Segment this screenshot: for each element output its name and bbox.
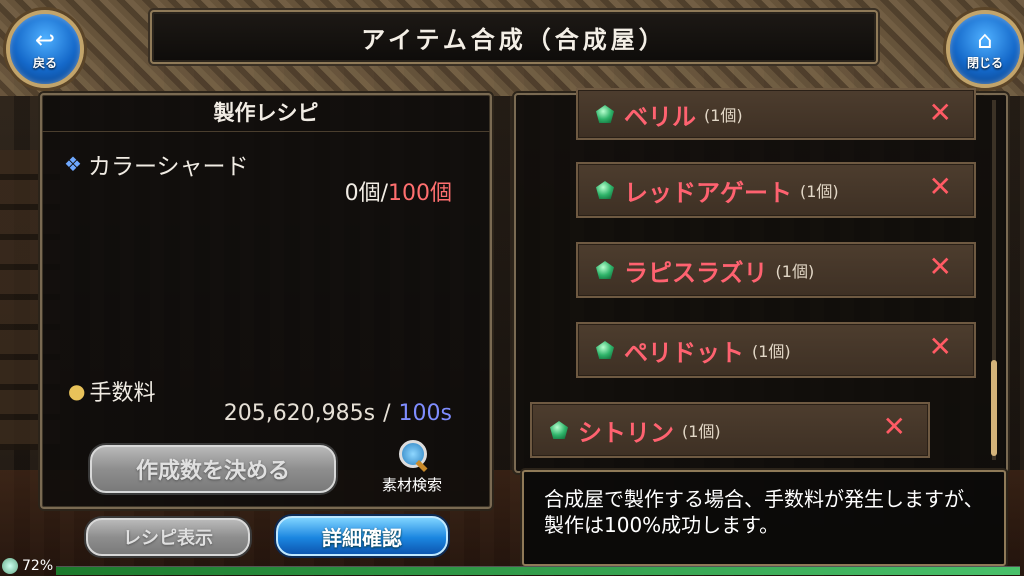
home-icon: ⌂ (977, 25, 993, 54)
fee-row: ● 手数料 (68, 375, 155, 407)
details-button[interactable]: 詳細確認 (276, 516, 448, 556)
green-gem-icon (596, 105, 614, 123)
item-name: ペリドット (624, 338, 744, 367)
description-box: 合成屋で製作する場合、手数料が発生しますが、製作は100%成功します。 (522, 470, 1006, 566)
material-search-button[interactable]: 素材検索 (372, 440, 452, 500)
material-separator: / (380, 181, 388, 206)
list-item[interactable]: シトリン (1個) ✕ (530, 402, 930, 458)
coin-icon: ● (68, 379, 86, 403)
description-text: 合成屋で製作する場合、手数料が発生しますが、製作は100%成功します。 (544, 487, 984, 537)
recipe-view-button[interactable]: レシピ表示 (86, 518, 250, 556)
blue-shard-icon: ❖ (64, 152, 82, 176)
recipe-panel: 製作レシピ ❖ カラーシャード 0個/100個 ● 手数料 205,620,98… (40, 93, 492, 509)
remove-icon[interactable]: ✕ (929, 332, 952, 362)
item-qty: (1個) (800, 182, 839, 201)
green-gem-icon (596, 261, 614, 279)
back-arrow-icon: ↩ (34, 25, 56, 54)
page-title: アイテム合成（合成屋） (361, 25, 667, 54)
magnifier-icon (397, 440, 428, 473)
list-item[interactable]: ラピスラズリ (1個) ✕ (576, 242, 976, 298)
material-need: 100個 (388, 181, 452, 206)
battery-icon (2, 558, 18, 574)
fee-values: 205,620,985s / 100s (224, 401, 452, 426)
green-gem-icon (596, 181, 614, 199)
material-name: カラーシャード (87, 154, 249, 180)
fee-have: 100s (398, 401, 452, 426)
material-search-label: 素材検索 (381, 476, 442, 494)
list-item[interactable]: ペリドット (1個) ✕ (576, 322, 976, 378)
item-qty: (1個) (682, 422, 721, 441)
battery-indicator: 72% (2, 556, 53, 576)
green-gem-icon (550, 421, 568, 439)
list-item[interactable]: レッドアゲート (1個) ✕ (576, 162, 976, 218)
item-qty: (1個) (704, 106, 743, 125)
back-button-label: 戻る (32, 55, 57, 70)
item-name: レッドアゲート (624, 178, 792, 207)
fee-cost: 205,620,985s (223, 401, 376, 426)
recipe-panel-header: 製作レシピ (42, 95, 490, 132)
list-item[interactable]: ベリル (1個) ✕ (576, 88, 976, 140)
scrollbar-thumb[interactable] (991, 360, 997, 456)
battery-percent: 72% (22, 558, 54, 574)
status-bar-fill (56, 567, 1020, 575)
remove-icon[interactable]: ✕ (929, 252, 952, 282)
item-name: ベリル (624, 102, 696, 131)
title-bar: アイテム合成（合成屋） (150, 10, 878, 64)
close-button[interactable]: ⌂ 閉じる (946, 10, 1024, 88)
item-qty: (1個) (775, 262, 815, 281)
remove-icon[interactable]: ✕ (929, 172, 952, 202)
item-name: シトリン (578, 418, 674, 447)
material-row: ❖ カラーシャード (64, 147, 248, 181)
fee-label: 手数料 (89, 381, 156, 406)
material-have: 0個 (344, 181, 381, 206)
fee-separator: / (383, 401, 391, 426)
remove-icon[interactable]: ✕ (883, 412, 906, 442)
remove-icon[interactable]: ✕ (929, 98, 952, 128)
item-qty: (1個) (752, 342, 791, 361)
green-gem-icon (596, 341, 614, 359)
close-button-label: 閉じる (966, 55, 1003, 70)
material-count: 0個/100個 (345, 175, 452, 207)
status-bar (56, 566, 1020, 575)
decide-quantity-button[interactable]: 作成数を決める (90, 445, 336, 493)
back-button[interactable]: ↩ 戻る (6, 10, 84, 88)
item-name: ラピスラズリ (624, 258, 768, 287)
